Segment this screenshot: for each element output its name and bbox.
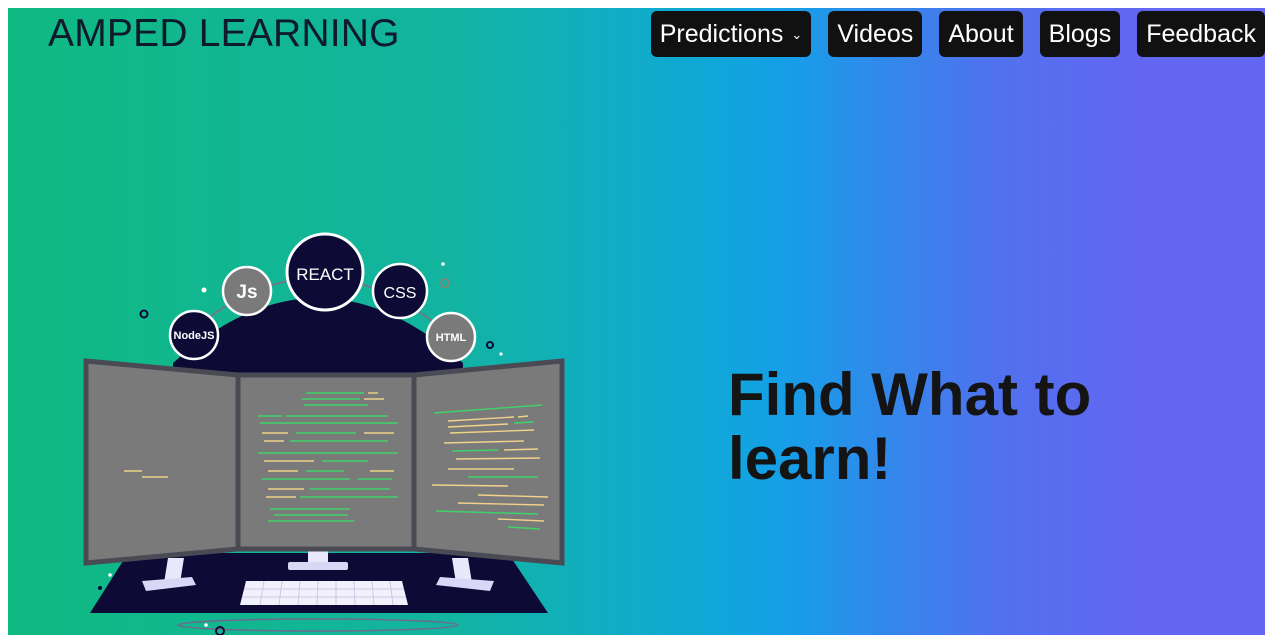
nav-predictions-dropdown[interactable]: Predictions ⌄ bbox=[650, 11, 812, 57]
left-monitor bbox=[83, 358, 241, 566]
bubble-css: CSS bbox=[371, 262, 429, 320]
deco-dot bbox=[441, 262, 445, 266]
bubble-js: Js bbox=[221, 265, 273, 317]
nav-about[interactable]: About bbox=[939, 11, 1023, 57]
bubble-html: HTML bbox=[425, 311, 477, 363]
deco-dot bbox=[201, 287, 207, 293]
bubble-nodejs-label: NodeJS bbox=[174, 330, 215, 342]
nav-videos[interactable]: Videos bbox=[828, 11, 923, 57]
nav-predictions-label: Predictions bbox=[659, 19, 784, 48]
deco-dot bbox=[215, 626, 225, 635]
main-nav: Predictions ⌄ Videos About Blogs Feedbac… bbox=[650, 11, 1265, 57]
bubble-js-label: Js bbox=[236, 282, 257, 303]
page-background: AMPED LEARNING Predictions ⌄ Videos Abou… bbox=[8, 8, 1265, 635]
developer-monitors-illustration: NodeJS Js REACT CSS HTML bbox=[83, 232, 565, 635]
chevron-down-icon: ⌄ bbox=[791, 27, 803, 42]
deco-dot bbox=[486, 341, 494, 349]
bubble-nodejs: NodeJS bbox=[168, 309, 220, 361]
deco-dot bbox=[499, 352, 503, 356]
right-monitor bbox=[411, 358, 565, 566]
deco-dot bbox=[139, 309, 149, 319]
center-monitor bbox=[235, 372, 417, 552]
deco-dot bbox=[440, 278, 450, 288]
site-brand[interactable]: AMPED LEARNING bbox=[48, 12, 400, 56]
deco-dot bbox=[98, 586, 102, 590]
bubble-react: REACT bbox=[285, 232, 365, 312]
keyboard bbox=[240, 581, 408, 605]
nav-blogs[interactable]: Blogs bbox=[1039, 11, 1121, 57]
center-monitor-foot bbox=[288, 562, 348, 570]
bubble-html-label: HTML bbox=[436, 332, 467, 344]
bubble-react-label: REACT bbox=[296, 265, 354, 284]
hero-title: Find What to learn! bbox=[728, 361, 1092, 492]
nav-feedback[interactable]: Feedback bbox=[1137, 11, 1265, 57]
bubble-css-label: CSS bbox=[384, 285, 417, 302]
deco-dot bbox=[108, 573, 112, 577]
deco-dot bbox=[204, 623, 208, 627]
desk-arc bbox=[177, 618, 459, 632]
